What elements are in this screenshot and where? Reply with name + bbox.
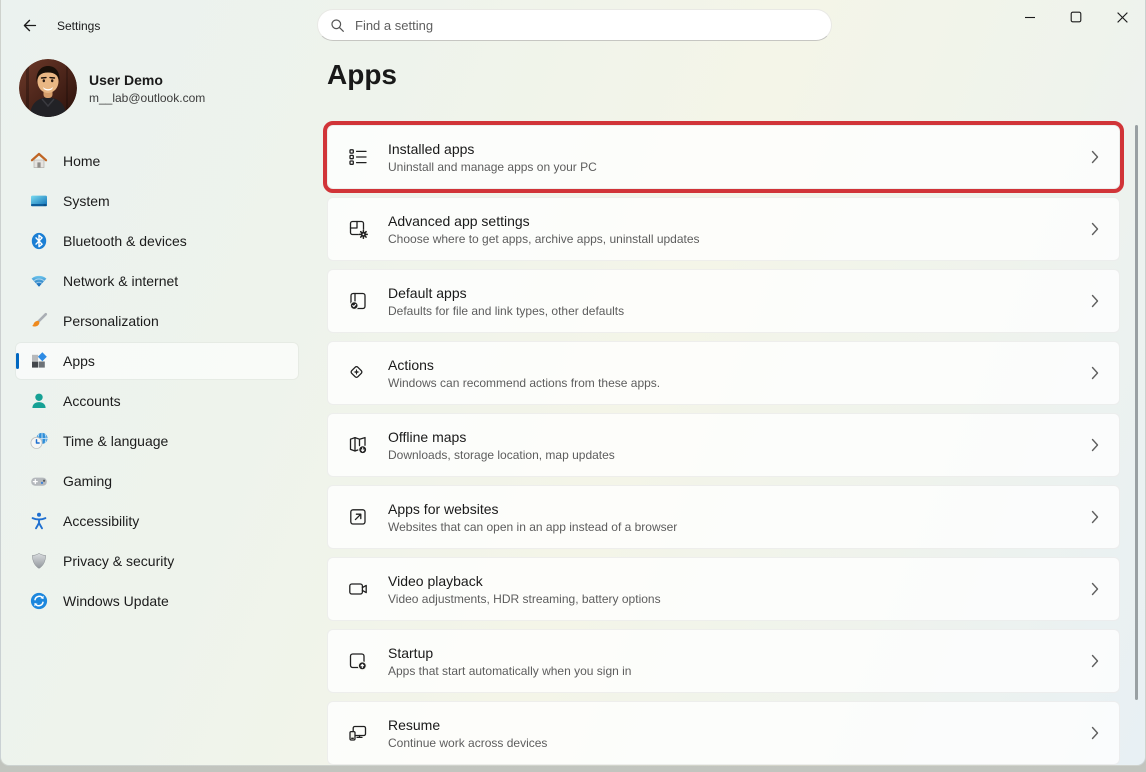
chevron-right-icon bbox=[1091, 150, 1119, 164]
chevron-right-icon bbox=[1091, 510, 1119, 524]
bluetooth-icon bbox=[29, 231, 49, 251]
row-title: Apps for websites bbox=[388, 500, 499, 517]
installed-apps-icon bbox=[328, 145, 388, 169]
row-title: Default apps bbox=[388, 284, 467, 301]
row-subtitle: Choose where to get apps, archive apps, … bbox=[388, 231, 700, 246]
sidebar-item-personalization[interactable]: Personalization bbox=[16, 303, 298, 339]
row-title: Installed apps bbox=[388, 140, 475, 157]
row-resume[interactable]: Resume Continue work across devices bbox=[327, 701, 1120, 765]
sidebar-item-label: Accessibility bbox=[63, 513, 140, 529]
user-profile[interactable]: User Demo m__lab@outlook.com bbox=[19, 59, 205, 117]
actions-icon bbox=[328, 361, 388, 385]
chevron-right-icon bbox=[1091, 582, 1119, 596]
row-apps-for-websites[interactable]: Apps for websites Websites that can open … bbox=[327, 485, 1120, 549]
windows-update-icon bbox=[29, 591, 49, 611]
sidebar-item-label: Apps bbox=[63, 353, 95, 369]
app-title: Settings bbox=[57, 19, 101, 33]
sidebar-item-system[interactable]: System bbox=[16, 183, 298, 219]
back-button[interactable] bbox=[14, 12, 44, 39]
row-title: Resume bbox=[388, 716, 441, 733]
sidebar-item-accessibility[interactable]: Accessibility bbox=[16, 503, 298, 539]
sidebar-item-label: Personalization bbox=[63, 313, 159, 329]
chevron-right-icon bbox=[1091, 654, 1119, 668]
settings-list: Installed apps Uninstall and manage apps … bbox=[323, 121, 1124, 765]
row-startup[interactable]: Startup Apps that start automatically whe… bbox=[327, 629, 1120, 693]
row-subtitle: Video adjustments, HDR streaming, batter… bbox=[388, 591, 661, 606]
sidebar-item-label: Time & language bbox=[63, 433, 169, 449]
sidebar-nav: Home System Bluetooth & devices Network … bbox=[16, 143, 298, 623]
system-icon bbox=[29, 191, 49, 211]
avatar bbox=[19, 59, 77, 117]
main-content: Apps Installed apps Uninstall and manage … bbox=[323, 0, 1124, 765]
row-subtitle: Uninstall and manage apps on your PC bbox=[388, 159, 597, 174]
video-playback-icon bbox=[328, 577, 388, 601]
network-icon bbox=[29, 271, 49, 291]
offline-maps-icon bbox=[328, 433, 388, 457]
chevron-right-icon bbox=[1091, 294, 1119, 308]
row-title: Actions bbox=[388, 356, 434, 373]
settings-window: Settings Find a setting User Demo m__lab… bbox=[0, 0, 1146, 766]
back-arrow-icon bbox=[21, 17, 38, 34]
row-title: Advanced app settings bbox=[388, 212, 530, 229]
row-subtitle: Windows can recommend actions from these… bbox=[388, 375, 661, 390]
sidebar-item-apps[interactable]: Apps bbox=[16, 343, 298, 379]
apps-icon bbox=[29, 351, 49, 371]
default-apps-icon bbox=[328, 289, 388, 313]
sidebar-item-label: Gaming bbox=[63, 473, 113, 489]
user-email: m__lab@outlook.com bbox=[89, 90, 206, 105]
row-subtitle: Defaults for file and link types, other … bbox=[388, 303, 625, 318]
row-title: Startup bbox=[388, 644, 434, 661]
startup-icon bbox=[328, 649, 388, 673]
resume-icon bbox=[328, 721, 388, 745]
user-name: User Demo bbox=[89, 71, 163, 88]
chevron-right-icon bbox=[1091, 438, 1119, 452]
row-installed-apps[interactable]: Installed apps Uninstall and manage apps … bbox=[323, 121, 1124, 193]
page-title: Apps bbox=[327, 59, 397, 90]
row-video-playback[interactable]: Video playback Video adjustments, HDR str… bbox=[327, 557, 1120, 621]
row-subtitle: Apps that start automatically when you s… bbox=[388, 663, 632, 678]
time-language-icon bbox=[29, 431, 49, 451]
chevron-right-icon bbox=[1091, 366, 1119, 380]
row-title: Video playback bbox=[388, 572, 483, 589]
sidebar-item-accounts[interactable]: Accounts bbox=[16, 383, 298, 419]
sidebar-item-windows-update[interactable]: Windows Update bbox=[16, 583, 298, 619]
accounts-icon bbox=[29, 391, 49, 411]
row-offline-maps[interactable]: Offline maps Downloads, storage location,… bbox=[327, 413, 1120, 477]
sidebar-item-label: Home bbox=[63, 153, 101, 169]
chevron-right-icon bbox=[1091, 222, 1119, 236]
privacy-security-icon bbox=[29, 551, 49, 571]
sidebar-item-label: Privacy & security bbox=[63, 553, 175, 569]
scrollbar[interactable] bbox=[1135, 125, 1138, 700]
sidebar-item-network-internet[interactable]: Network & internet bbox=[16, 263, 298, 299]
sidebar-item-bluetooth-devices[interactable]: Bluetooth & devices bbox=[16, 223, 298, 259]
sidebar-item-label: Accounts bbox=[63, 393, 121, 409]
sidebar-item-privacy-security[interactable]: Privacy & security bbox=[16, 543, 298, 579]
home-icon bbox=[29, 151, 49, 171]
advanced-app-settings-icon bbox=[328, 217, 388, 241]
sidebar-item-time-language[interactable]: Time & language bbox=[16, 423, 298, 459]
chevron-right-icon bbox=[1091, 726, 1119, 740]
apps-for-websites-icon bbox=[328, 505, 388, 529]
gaming-icon bbox=[29, 471, 49, 491]
row-subtitle: Websites that can open in an app instead… bbox=[388, 519, 678, 534]
row-title: Offline maps bbox=[388, 428, 467, 445]
row-subtitle: Downloads, storage location, map updates bbox=[388, 447, 615, 462]
row-default-apps[interactable]: Default apps Defaults for file and link t… bbox=[327, 269, 1120, 333]
row-advanced-app-settings[interactable]: Advanced app settings Choose where to get… bbox=[327, 197, 1120, 261]
sidebar-item-home[interactable]: Home bbox=[16, 143, 298, 179]
sidebar-item-label: Bluetooth & devices bbox=[63, 233, 187, 249]
sidebar-item-label: Windows Update bbox=[63, 593, 169, 609]
sidebar-item-gaming[interactable]: Gaming bbox=[16, 463, 298, 499]
sidebar-item-label: System bbox=[63, 193, 110, 209]
sidebar-item-label: Network & internet bbox=[63, 273, 179, 289]
row-subtitle: Continue work across devices bbox=[388, 735, 548, 750]
personalization-icon bbox=[29, 311, 49, 331]
accessibility-icon bbox=[29, 511, 49, 531]
row-actions[interactable]: Actions Windows can recommend actions fro… bbox=[327, 341, 1120, 405]
